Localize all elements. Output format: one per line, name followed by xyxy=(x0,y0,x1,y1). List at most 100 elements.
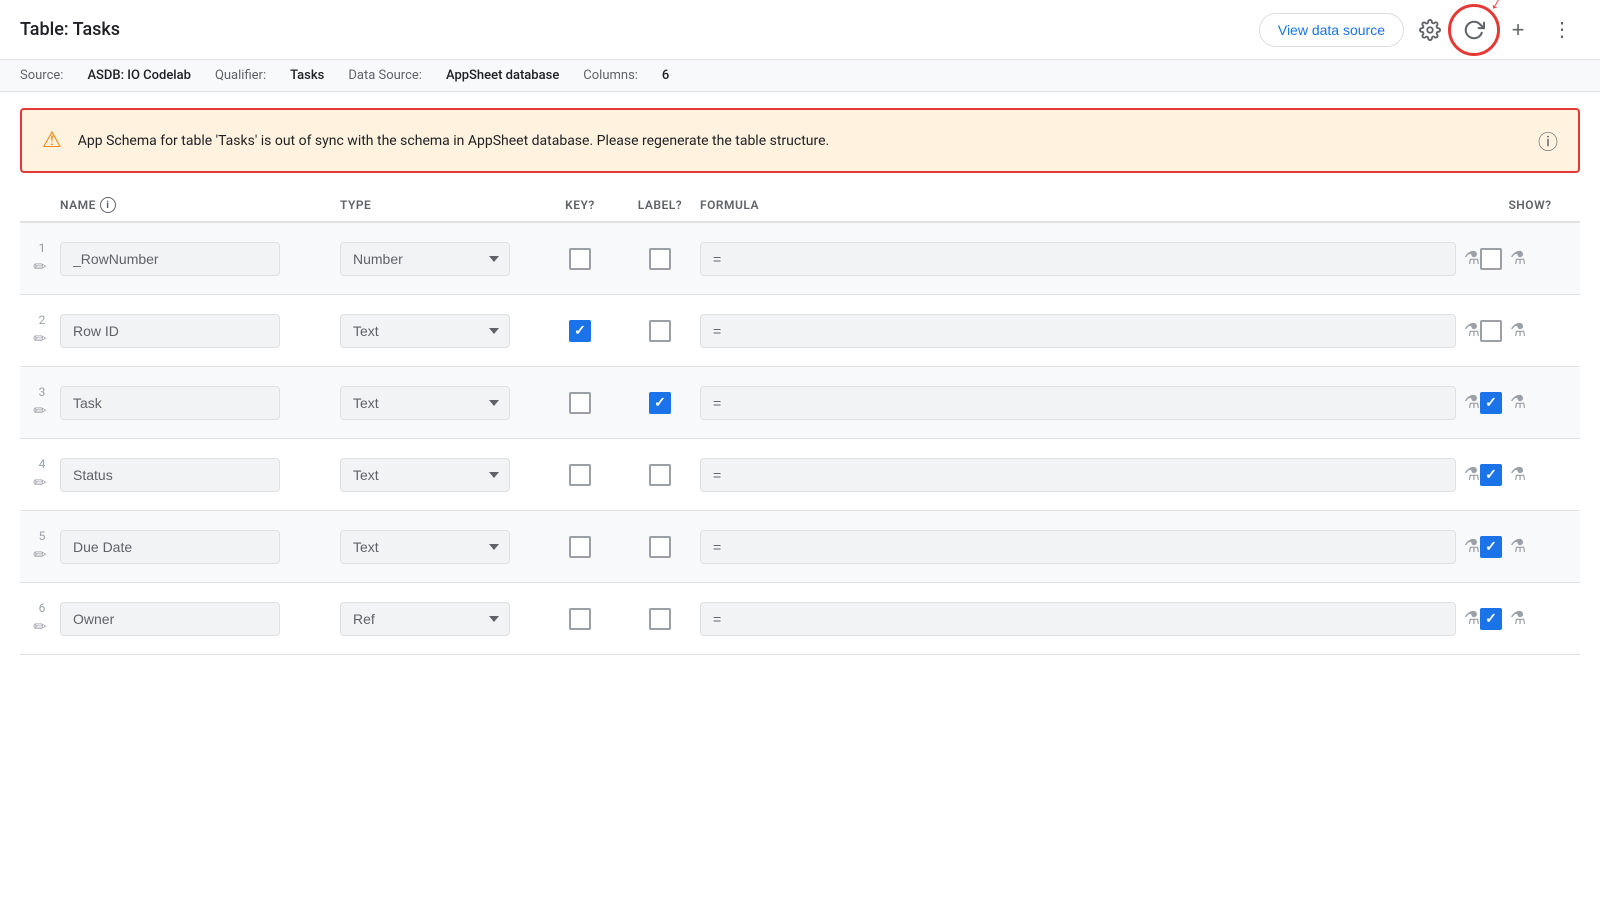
label-checkbox[interactable] xyxy=(649,608,671,630)
type-select[interactable]: Number Text Ref Date Boolean Enum xyxy=(340,530,510,564)
show-cell: ⚗ xyxy=(1480,320,1580,342)
label-cell xyxy=(620,608,700,630)
label-cell xyxy=(620,248,700,270)
datasource-value: AppSheet database xyxy=(446,68,559,83)
show-flask-icon[interactable]: ⚗ xyxy=(1510,392,1526,413)
edit-icon[interactable]: ✏ xyxy=(33,617,46,636)
info-icon[interactable]: ⓘ xyxy=(1538,126,1558,155)
row-num-col: 5 ✏ xyxy=(20,529,60,564)
row-number: 3 xyxy=(35,385,46,399)
formula-flask-icon[interactable]: ⚗ xyxy=(1464,248,1480,269)
name-cell xyxy=(60,314,340,348)
formula-cell: ⚗ xyxy=(700,530,1480,564)
type-select[interactable]: Number Text Ref Date Boolean Enum xyxy=(340,314,510,348)
add-button[interactable]: + xyxy=(1500,12,1536,48)
formula-flask-icon[interactable]: ⚗ xyxy=(1464,392,1480,413)
key-checkbox[interactable] xyxy=(569,248,591,270)
show-flask-icon[interactable]: ⚗ xyxy=(1510,536,1526,557)
columns-value: 6 xyxy=(662,68,669,83)
formula-input[interactable] xyxy=(700,314,1456,348)
show-flask-icon[interactable]: ⚗ xyxy=(1510,608,1526,629)
col-header-label: LABEL? xyxy=(620,198,700,212)
formula-cell: ⚗ xyxy=(700,386,1480,420)
show-checkbox[interactable] xyxy=(1480,536,1502,558)
show-checkbox[interactable] xyxy=(1480,320,1502,342)
refresh-button[interactable] xyxy=(1456,12,1492,48)
formula-flask-icon[interactable]: ⚗ xyxy=(1464,320,1480,341)
table-row: 6 ✏ Number Text Ref Date Boolean Enum ⚗ xyxy=(20,583,1580,655)
table-row: 5 ✏ Number Text Ref Date Boolean Enum ⚗ xyxy=(20,511,1580,583)
type-cell: Number Text Ref Date Boolean Enum xyxy=(340,314,540,348)
show-checkbox[interactable] xyxy=(1480,464,1502,486)
formula-input[interactable] xyxy=(700,386,1456,420)
show-flask-icon[interactable]: ⚗ xyxy=(1510,248,1526,269)
formula-input[interactable] xyxy=(700,530,1456,564)
type-cell: Number Text Ref Date Boolean Enum xyxy=(340,458,540,492)
settings-icon-button[interactable] xyxy=(1412,12,1448,48)
row-number: 1 xyxy=(35,241,46,255)
type-select[interactable]: Number Text Ref Date Boolean Enum xyxy=(340,386,510,420)
formula-flask-icon[interactable]: ⚗ xyxy=(1464,536,1480,557)
label-checkbox[interactable] xyxy=(649,320,671,342)
view-datasource-button[interactable]: View data source xyxy=(1259,13,1404,47)
type-select[interactable]: Number Text Ref Date Boolean Enum xyxy=(340,458,510,492)
label-checkbox[interactable] xyxy=(649,392,671,414)
show-checkbox[interactable] xyxy=(1480,608,1502,630)
label-checkbox[interactable] xyxy=(649,248,671,270)
formula-input[interactable] xyxy=(700,602,1456,636)
col-header-formula: FORMULA xyxy=(700,198,1480,212)
edit-icon[interactable]: ✏ xyxy=(33,473,46,492)
name-input[interactable] xyxy=(60,458,280,492)
show-checkbox[interactable] xyxy=(1480,248,1502,270)
name-input[interactable] xyxy=(60,314,280,348)
key-checkbox[interactable] xyxy=(569,608,591,630)
name-cell xyxy=(60,458,340,492)
label-checkbox[interactable] xyxy=(649,464,671,486)
table-container: NAME i TYPE KEY? LABEL? FORMULA SHOW? 1 … xyxy=(0,189,1600,655)
name-info-icon[interactable]: i xyxy=(100,197,116,213)
header-actions: View data source ↓ + ⋮ xyxy=(1259,12,1580,48)
edit-icon[interactable]: ✏ xyxy=(33,545,46,564)
type-select[interactable]: Number Text Ref Date Boolean Enum xyxy=(340,242,510,276)
key-checkbox[interactable] xyxy=(569,464,591,486)
col-header-key: KEY? xyxy=(540,198,620,212)
formula-flask-icon[interactable]: ⚗ xyxy=(1464,608,1480,629)
edit-icon[interactable]: ✏ xyxy=(33,329,46,348)
page-title: Table: Tasks xyxy=(20,19,1259,40)
table-rows: 1 ✏ Number Text Ref Date Boolean Enum ⚗ xyxy=(20,223,1580,655)
type-cell: Number Text Ref Date Boolean Enum xyxy=(340,602,540,636)
edit-icon[interactable]: ✏ xyxy=(33,257,46,276)
row-num-col: 6 ✏ xyxy=(20,601,60,636)
key-checkbox[interactable] xyxy=(569,392,591,414)
row-number: 5 xyxy=(35,529,46,543)
label-checkbox[interactable] xyxy=(649,536,671,558)
formula-input[interactable] xyxy=(700,242,1456,276)
name-cell xyxy=(60,602,340,636)
type-select[interactable]: Number Text Ref Date Boolean Enum xyxy=(340,602,510,636)
label-cell xyxy=(620,464,700,486)
name-cell xyxy=(60,386,340,420)
formula-cell: ⚗ xyxy=(700,458,1480,492)
show-cell: ⚗ xyxy=(1480,248,1580,270)
formula-flask-icon[interactable]: ⚗ xyxy=(1464,464,1480,485)
type-cell: Number Text Ref Date Boolean Enum xyxy=(340,242,540,276)
key-checkbox[interactable] xyxy=(569,536,591,558)
name-input[interactable] xyxy=(60,530,280,564)
table-row: 2 ✏ Number Text Ref Date Boolean Enum ⚗ xyxy=(20,295,1580,367)
alert-banner: ⚠ App Schema for table 'Tasks' is out of… xyxy=(20,108,1580,173)
key-checkbox[interactable] xyxy=(569,320,591,342)
name-input[interactable] xyxy=(60,602,280,636)
row-number: 6 xyxy=(35,601,46,615)
show-cell: ⚗ xyxy=(1480,392,1580,414)
key-cell xyxy=(540,608,620,630)
source-value: ASDB: IO Codelab xyxy=(87,68,191,83)
formula-cell: ⚗ xyxy=(700,242,1480,276)
formula-input[interactable] xyxy=(700,458,1456,492)
show-checkbox[interactable] xyxy=(1480,392,1502,414)
show-flask-icon[interactable]: ⚗ xyxy=(1510,464,1526,485)
name-input[interactable] xyxy=(60,386,280,420)
show-flask-icon[interactable]: ⚗ xyxy=(1510,320,1526,341)
edit-icon[interactable]: ✏ xyxy=(33,401,46,420)
more-options-button[interactable]: ⋮ xyxy=(1544,12,1580,48)
name-input[interactable] xyxy=(60,242,280,276)
